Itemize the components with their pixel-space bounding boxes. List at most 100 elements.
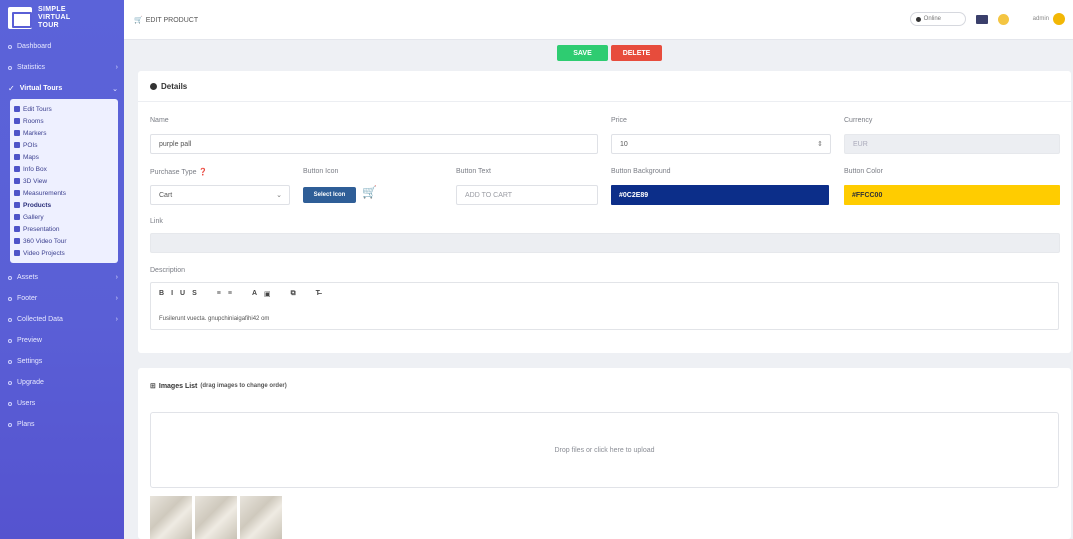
page-title: EDIT PRODUCT (145, 16, 199, 24)
sidebar-item-preview[interactable]: Preview (0, 330, 124, 351)
cube-icon (14, 178, 20, 184)
sidebar-item-label: Virtual Tours (19, 85, 63, 92)
submenu-item-3d-view[interactable]: 3D View (14, 175, 114, 187)
sidebar-item-settings[interactable]: Settings (0, 351, 124, 372)
submenu-item-pois[interactable]: POIs (14, 139, 114, 151)
button-color-picker[interactable]: #FFCC00 (844, 185, 1060, 205)
submenu-item-gallery[interactable]: Gallery (14, 211, 114, 223)
sidebar-item-label: Dashboard (17, 43, 52, 50)
link-icon[interactable]: ⧉ (291, 290, 296, 298)
submenu-item-measurements[interactable]: Measurements (14, 187, 114, 199)
image-thumbnail[interactable] (240, 496, 282, 539)
app-logo[interactable]: SIMPLE VIRTUAL TOUR (0, 0, 124, 36)
button-color-label: Button Color (844, 168, 883, 175)
avatar (1053, 13, 1065, 25)
check-icon: ✓ (8, 84, 15, 93)
language-flag-icon[interactable] (975, 14, 988, 24)
submenu-item-info-box[interactable]: Info Box (14, 163, 114, 175)
purchase-type-select[interactable]: Cart ⌄ (150, 185, 290, 205)
button-text-input[interactable]: ADD TO CART (456, 185, 598, 205)
notification-icon[interactable] (997, 13, 1009, 25)
image-icon[interactable]: ▣ (264, 290, 271, 298)
clear-format-icon[interactable]: T̶ (316, 290, 320, 298)
sidebar: SIMPLE VIRTUAL TOUR Dashboard Statistics… (0, 0, 124, 539)
sidebar-item-statistics[interactable]: Statistics › (0, 57, 124, 78)
chevron-right-icon: › (115, 295, 118, 302)
name-input[interactable]: purple pall (150, 134, 598, 154)
action-buttons: SAVE DELETE (557, 45, 662, 61)
italic-icon[interactable]: I (171, 290, 173, 298)
upgrade-icon (8, 380, 12, 385)
submenu-item-video-projects[interactable]: Video Projects (14, 247, 114, 259)
description-label: Description (150, 267, 186, 274)
images-icon: ⊞ (150, 383, 156, 390)
sidebar-item-users[interactable]: Users (0, 393, 124, 414)
underline-icon[interactable]: U (180, 290, 185, 298)
plans-icon (8, 422, 12, 427)
edit-icon (14, 106, 20, 112)
submenu-item-edit-tours[interactable]: Edit Tours (14, 103, 114, 115)
details-card: Details Name purple pall Price 10 ⇕ Curr… (138, 71, 1071, 353)
markers-icon (14, 130, 20, 136)
details-title: Details (150, 82, 187, 91)
film-icon (14, 250, 20, 256)
cart-icon: 🛒 (134, 17, 143, 24)
save-button[interactable]: SAVE (557, 45, 608, 61)
sidebar-item-upgrade[interactable]: Upgrade (0, 372, 124, 393)
sidebar-item-plans[interactable]: Plans (0, 414, 124, 435)
price-input[interactable]: 10 ⇕ (611, 134, 831, 154)
description-editor[interactable]: B I U S ≡ ≡ A ▣ ⧉ T̶ Fusilerunt vuecta. … (150, 282, 1059, 330)
status-toggle[interactable]: Online (909, 12, 966, 26)
submenu-item-presentation[interactable]: Presentation (14, 223, 114, 235)
ruler-icon (14, 190, 20, 196)
unordered-list-icon[interactable]: ≡ (228, 290, 232, 298)
currency-input: EUR (844, 134, 1060, 154)
button-text-label: Button Text (456, 168, 491, 175)
divider (138, 101, 1071, 102)
image-thumbnail[interactable] (150, 496, 192, 539)
sidebar-item-label: Statistics (17, 64, 46, 71)
users-icon (8, 401, 12, 406)
button-icon-label: Button Icon (303, 168, 339, 175)
chevron-down-icon: ⌄ (276, 192, 282, 199)
button-background-picker[interactable]: #0C2E89 (611, 185, 829, 205)
strikethrough-icon[interactable]: S (192, 290, 197, 298)
sidebar-item-virtual-tours[interactable]: ✓ Virtual Tours ⌄ (0, 78, 124, 99)
submenu-item-360-video-tour[interactable]: 360 Video Tour (14, 235, 114, 247)
text-color-icon[interactable]: A (252, 290, 257, 298)
rooms-icon (14, 118, 20, 124)
submenu-item-products[interactable]: Products (14, 199, 114, 211)
submenu-item-rooms[interactable]: Rooms (14, 115, 114, 127)
presentation-icon (14, 226, 20, 232)
status-dot-icon (915, 16, 921, 22)
data-icon (8, 317, 12, 322)
image-thumbnail[interactable] (195, 496, 237, 539)
currency-label: Currency (844, 117, 873, 124)
bold-icon[interactable]: B (159, 290, 164, 298)
user-menu[interactable]: admin (1033, 13, 1065, 25)
submenu-item-maps[interactable]: Maps (14, 151, 114, 163)
ordered-list-icon[interactable]: ≡ (217, 290, 221, 298)
logo-line-1: SIMPLE (38, 6, 66, 13)
button-background-label: Button Background (611, 168, 671, 175)
help-icon: ❓ (198, 169, 208, 176)
sidebar-item-collected-data[interactable]: Collected Data › (0, 309, 124, 330)
map-icon (14, 154, 20, 160)
editor-toolbar: B I U S ≡ ≡ A ▣ ⧉ T̶ (159, 290, 320, 298)
footer-icon (8, 296, 12, 301)
image-dropzone[interactable]: Drop files or click here to upload (150, 412, 1059, 488)
info-circle-icon (150, 83, 157, 90)
sidebar-item-dashboard[interactable]: Dashboard (0, 36, 124, 57)
chevron-right-icon: › (115, 64, 118, 71)
select-icon-button[interactable]: Select Icon (303, 187, 356, 203)
cart-icon: 🛒 (362, 185, 377, 199)
spinner-icon: ⇕ (817, 141, 823, 148)
submenu-item-markers[interactable]: Markers (14, 127, 114, 139)
delete-button[interactable]: DELETE (611, 45, 662, 61)
sidebar-item-assets[interactable]: Assets › (0, 267, 124, 288)
link-input (150, 233, 1060, 253)
logo-line-2: VIRTUAL (38, 14, 71, 21)
info-icon (14, 166, 20, 172)
chevron-down-icon: ⌄ (112, 85, 118, 93)
sidebar-item-footer[interactable]: Footer › (0, 288, 124, 309)
